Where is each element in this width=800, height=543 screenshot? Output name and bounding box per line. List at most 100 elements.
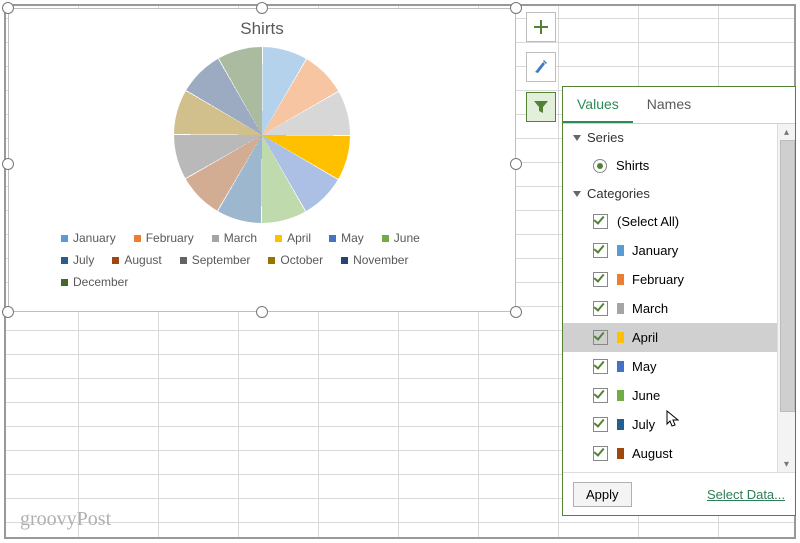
legend-item: April xyxy=(275,231,311,245)
category-label: January xyxy=(632,243,678,258)
legend-label: February xyxy=(146,231,194,245)
tab-values[interactable]: Values xyxy=(563,87,633,123)
legend-item: November xyxy=(341,253,408,267)
legend-swatch xyxy=(268,257,275,264)
legend-item: July xyxy=(61,253,94,267)
chart-filter-panel: Values Names Series Shirts Categories xyxy=(562,86,796,516)
categories-group-header[interactable]: Categories xyxy=(563,180,777,207)
chevron-down-icon xyxy=(573,135,581,141)
legend-label: May xyxy=(341,231,364,245)
category-label: August xyxy=(632,446,672,461)
category-item[interactable]: June xyxy=(563,381,777,410)
category-label: May xyxy=(632,359,657,374)
checkbox-checked-icon xyxy=(593,301,608,316)
legend-swatch xyxy=(212,235,219,242)
select-data-link[interactable]: Select Data... xyxy=(707,487,785,502)
checkbox-checked-icon xyxy=(593,359,608,374)
series-header-label: Series xyxy=(587,130,624,145)
legend-swatch xyxy=(341,257,348,264)
chart-styles-button[interactable] xyxy=(526,52,556,82)
checkbox-checked-icon xyxy=(593,272,608,287)
category-item[interactable]: July xyxy=(563,410,777,439)
category-swatch xyxy=(617,245,624,256)
category-item[interactable]: February xyxy=(563,265,777,294)
chart-title: Shirts xyxy=(9,19,515,39)
legend-label: October xyxy=(280,253,323,267)
legend-label: January xyxy=(73,231,116,245)
category-item[interactable]: May xyxy=(563,352,777,381)
resize-handle[interactable] xyxy=(256,2,268,14)
category-select-all[interactable]: (Select All) xyxy=(563,207,777,236)
resize-handle[interactable] xyxy=(510,2,522,14)
legend-label: March xyxy=(224,231,257,245)
chart-legend: January February March April May June July Augu… xyxy=(9,223,515,293)
chevron-down-icon xyxy=(573,191,581,197)
category-swatch xyxy=(617,448,624,459)
legend-label: September xyxy=(192,253,251,267)
legend-item: December xyxy=(61,275,128,289)
pie-plot xyxy=(174,47,350,223)
legend-label: November xyxy=(353,253,408,267)
legend-swatch xyxy=(180,257,187,264)
scroll-up-icon[interactable]: ▴ xyxy=(778,124,795,140)
resize-handle[interactable] xyxy=(510,306,522,318)
resize-handle[interactable] xyxy=(2,306,14,318)
chart-filters-button[interactable] xyxy=(526,92,556,122)
category-item[interactable]: August xyxy=(563,439,777,468)
apply-button[interactable]: Apply xyxy=(573,482,632,507)
checkbox-checked-icon xyxy=(593,214,608,229)
resize-handle[interactable] xyxy=(510,158,522,170)
category-swatch xyxy=(617,303,624,314)
category-swatch xyxy=(617,419,624,430)
scroll-down-icon[interactable]: ▾ xyxy=(778,456,795,472)
category-label: April xyxy=(632,330,658,345)
resize-handle[interactable] xyxy=(2,158,14,170)
category-label: July xyxy=(632,417,655,432)
scrollbar-thumb[interactable] xyxy=(780,140,795,412)
panel-scrollbar[interactable]: ▴ ▾ xyxy=(777,124,795,472)
legend-item: February xyxy=(134,231,194,245)
legend-swatch xyxy=(382,235,389,242)
radio-checked-icon xyxy=(593,159,607,173)
legend-swatch xyxy=(61,257,68,264)
resize-handle[interactable] xyxy=(2,2,14,14)
watermark: groovyPost xyxy=(20,508,111,531)
category-item[interactable]: September xyxy=(563,468,777,472)
tab-names[interactable]: Names xyxy=(633,87,705,123)
legend-swatch xyxy=(275,235,282,242)
series-item-label: Shirts xyxy=(616,158,649,173)
category-swatch xyxy=(617,361,624,372)
legend-item: August xyxy=(112,253,161,267)
legend-label: July xyxy=(73,253,94,267)
legend-item: May xyxy=(329,231,364,245)
category-label: March xyxy=(632,301,668,316)
legend-item: June xyxy=(382,231,420,245)
category-swatch xyxy=(617,274,624,285)
category-label: June xyxy=(632,388,660,403)
category-swatch xyxy=(617,332,624,343)
checkbox-checked-icon xyxy=(593,417,608,432)
legend-item: October xyxy=(268,253,323,267)
legend-item: January xyxy=(61,231,116,245)
categories-header-label: Categories xyxy=(587,186,650,201)
category-item[interactable]: April xyxy=(563,323,777,352)
series-item-shirts[interactable]: Shirts xyxy=(563,151,777,180)
resize-handle[interactable] xyxy=(256,306,268,318)
pie-chart[interactable]: Shirts JanuaryFebruaryMarchAprilMayJuneJ… xyxy=(8,8,516,312)
legend-label: December xyxy=(73,275,128,289)
legend-label: April xyxy=(287,231,311,245)
legend-swatch xyxy=(61,279,68,286)
legend-label: August xyxy=(124,253,161,267)
series-group-header[interactable]: Series xyxy=(563,124,777,151)
checkbox-checked-icon xyxy=(593,243,608,258)
checkbox-checked-icon xyxy=(593,388,608,403)
category-item[interactable]: March xyxy=(563,294,777,323)
legend-swatch xyxy=(329,235,336,242)
legend-label: June xyxy=(394,231,420,245)
category-label: February xyxy=(632,272,684,287)
category-item[interactable]: January xyxy=(563,236,777,265)
checkbox-checked-icon xyxy=(593,330,608,345)
legend-swatch xyxy=(112,257,119,264)
chart-elements-button[interactable] xyxy=(526,12,556,42)
legend-item: September xyxy=(180,253,251,267)
